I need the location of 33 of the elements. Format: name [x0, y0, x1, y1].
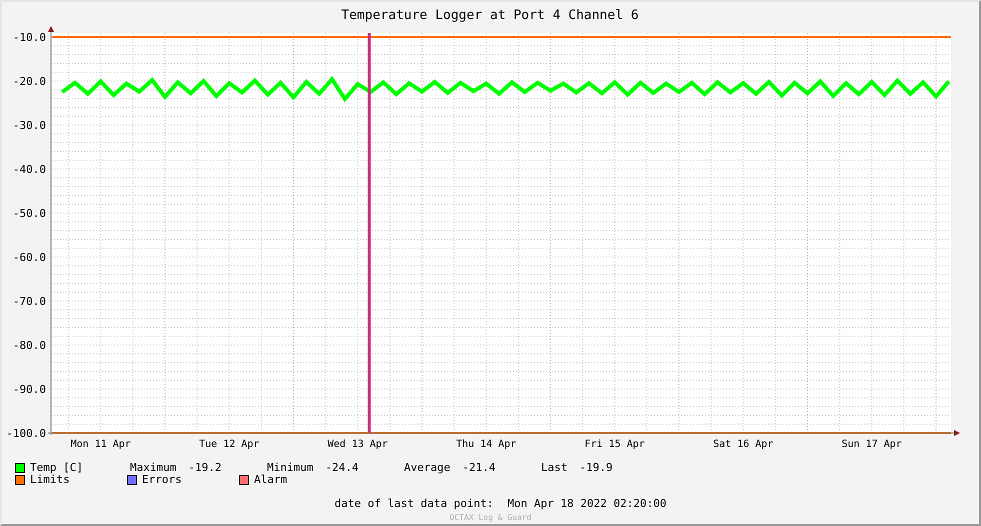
x-tick-label: Wed 13 Apr — [328, 439, 388, 450]
stat-label: Last — [541, 462, 568, 474]
legend-label: Alarm — [254, 474, 288, 486]
x-tick-label: Tue 12 Apr — [199, 439, 260, 450]
y-tick-label: -70.0 — [12, 295, 46, 308]
y-tick-label: -100.0 — [6, 427, 46, 440]
y-tick-label: -80.0 — [12, 339, 46, 352]
x-tick-label: Sun 17 Apr — [842, 439, 902, 450]
y-tick-label: -50.0 — [12, 207, 46, 220]
legend-label: Limits — [30, 474, 70, 486]
chart-title: Temperature Logger at Port 4 Channel 6 — [341, 8, 639, 23]
footer-value: Mon Apr 18 2022 02:20:00 — [508, 496, 666, 512]
legend-label: Errors — [142, 474, 182, 486]
y-tick-label: -90.0 — [12, 383, 46, 396]
y-tick-label: -40.0 — [12, 163, 46, 176]
stat-value: -24.4 — [325, 462, 358, 474]
footer-label: date of last data point: — [334, 496, 494, 512]
x-tick-label: Fri 15 Apr — [584, 439, 645, 450]
stat-value: -19.9 — [580, 462, 613, 474]
y-tick-label: -20.0 — [12, 75, 46, 88]
legend-label: Temp [C] — [30, 462, 83, 474]
x-tick-label: Sat 16 Apr — [713, 439, 774, 450]
stat-label: Minimum — [267, 462, 314, 474]
y-tick-label: -60.0 — [12, 251, 46, 264]
stat-label: Maximum — [130, 462, 176, 474]
y-tick-label: -30.0 — [12, 119, 46, 132]
stat-value: -21.4 — [462, 462, 496, 474]
stat-label: Average — [404, 462, 450, 474]
credit-text: OCTAX Log & Guard — [450, 512, 532, 522]
stat-value: -19.2 — [188, 462, 222, 474]
y-tick-label: -10.0 — [12, 31, 46, 44]
x-tick-label: Thu 14 Apr — [456, 439, 516, 450]
x-tick-label: Mon 11 Apr — [70, 439, 131, 450]
